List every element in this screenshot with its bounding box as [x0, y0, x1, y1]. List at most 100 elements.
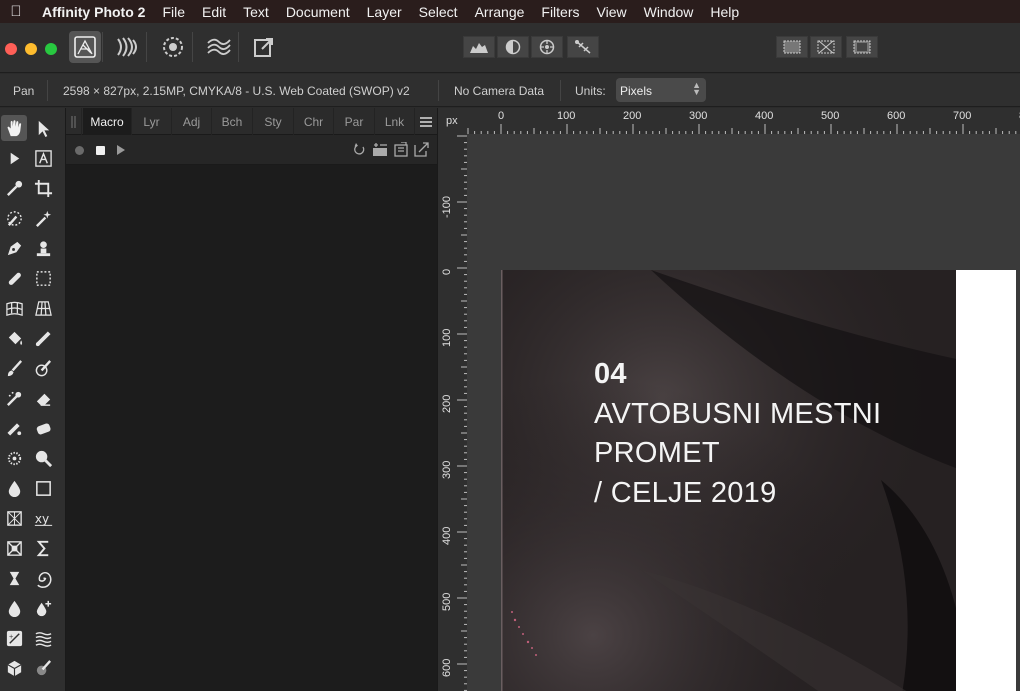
liquify-persona-icon[interactable]: [112, 31, 144, 63]
burn-tool-icon[interactable]: [1, 595, 27, 621]
perforated-edge: [956, 270, 1016, 691]
paint-brush-tool-icon[interactable]: [1, 355, 27, 381]
zoom-window-button[interactable]: [45, 43, 57, 55]
horizontal-ruler[interactable]: 01002003004005006007008: [467, 108, 1020, 134]
vertical-ruler[interactable]: -100 0 100 200 300 400 500 600: [438, 134, 467, 691]
develop-persona-icon[interactable]: [157, 31, 189, 63]
affinity-photo-window:  Affinity Photo 2 File Edit Text Docume…: [0, 0, 1020, 691]
tab-links[interactable]: Lnk: [375, 108, 415, 135]
zoom-tool-icon[interactable]: [30, 445, 56, 471]
rectangular-marquee-tool-icon[interactable]: [30, 265, 56, 291]
panel-grip-icon[interactable]: [66, 108, 82, 135]
texture-tool-icon[interactable]: [30, 625, 56, 651]
color-replacement-tool-icon[interactable]: [30, 355, 56, 381]
add-point-tool-icon[interactable]: [30, 595, 56, 621]
minimize-window-button[interactable]: [25, 43, 37, 55]
sum-tool-icon[interactable]: [30, 535, 56, 561]
artistic-text-tool-icon[interactable]: [30, 145, 56, 171]
frame-text-tool-icon[interactable]: xy: [30, 505, 56, 531]
spiral-tool-icon[interactable]: [30, 565, 56, 591]
tab-adjustments[interactable]: Adj: [172, 108, 212, 135]
deselect-icon[interactable]: [810, 36, 842, 58]
flood-fill-tool-icon[interactable]: [1, 325, 27, 351]
erase-brush-tool-icon[interactable]: [30, 385, 56, 411]
tab-paragraph[interactable]: Par: [334, 108, 375, 135]
selection-brush-tool-icon[interactable]: [1, 205, 27, 231]
blemish-removal-tool-icon[interactable]: [1, 415, 27, 441]
reset-macro-icon[interactable]: [353, 143, 366, 156]
units-dropdown[interactable]: Pixels ▲ ▼: [616, 78, 706, 102]
horizontal-ruler-ticks: 01002003004005006007008: [467, 110, 1020, 134]
tab-macro[interactable]: Macro: [83, 108, 132, 135]
auto-adjust-tool-icon[interactable]: +: [1, 625, 27, 651]
gradient-tool-icon[interactable]: [30, 325, 56, 351]
blur-brush-tool-icon[interactable]: [1, 475, 27, 501]
tone-mapping-persona-icon[interactable]: [203, 31, 235, 63]
ruler-label: 300: [689, 110, 707, 122]
flood-select-tool-icon[interactable]: [30, 205, 56, 231]
histogram-icon[interactable]: [463, 36, 495, 58]
add-to-library-icon[interactable]: [372, 142, 388, 157]
ruler-label: 100: [441, 329, 453, 347]
menu-edit[interactable]: Edit: [202, 4, 226, 20]
close-window-button[interactable]: [5, 43, 17, 55]
apple-icon[interactable]: : [0, 3, 32, 20]
menu-help[interactable]: Help: [710, 4, 739, 20]
move-tool-icon[interactable]: [30, 115, 56, 141]
tab-styles[interactable]: Sty: [253, 108, 294, 135]
menu-window[interactable]: Window: [644, 4, 694, 20]
auto-colors-icon[interactable]: [531, 36, 563, 58]
menu-document[interactable]: Document: [286, 4, 350, 20]
smudge-brush-tool-icon[interactable]: [30, 655, 56, 681]
pen-tool-icon[interactable]: [1, 235, 27, 261]
mesh-warp-tool-icon[interactable]: [1, 295, 27, 321]
play-macro-icon[interactable]: [117, 145, 125, 155]
canvas-area[interactable]: px 01002003004005006007008 -100010020030…: [437, 108, 1020, 691]
camera-data-label: No Camera Data: [454, 84, 545, 98]
context-toolbar: Pan 2598 × 827px, 2.15MP, CMYKA/8 - U.S.…: [0, 74, 1020, 107]
stop-macro-icon[interactable]: [96, 146, 105, 155]
export-persona-icon[interactable]: [248, 31, 280, 63]
document-canvas[interactable]: 04 AVTOBUSNI MESTNI PROMET / CELJE 2019: [501, 270, 961, 691]
red-eye-tool-icon[interactable]: [1, 565, 27, 591]
healing-brush-tool-icon[interactable]: [1, 265, 27, 291]
menu-layer[interactable]: Layer: [367, 4, 402, 20]
tab-character[interactable]: Chr: [294, 108, 334, 135]
selection-marquee-icon[interactable]: [776, 36, 808, 58]
menu-file[interactable]: File: [162, 4, 185, 20]
tab-layers[interactable]: Lyr: [132, 108, 172, 135]
auto-contrast-icon[interactable]: [497, 36, 529, 58]
document-line-3: / CELJE 2019: [594, 476, 777, 509]
inpainting-brush-tool-icon[interactable]: [1, 535, 27, 561]
tab-brushes[interactable]: Bch: [212, 108, 253, 135]
menu-filters[interactable]: Filters: [541, 4, 579, 20]
menu-select[interactable]: Select: [419, 4, 458, 20]
crop-tool-icon[interactable]: [30, 175, 56, 201]
ruler-label: 600: [441, 659, 453, 677]
menu-arrange[interactable]: Arrange: [475, 4, 525, 20]
menu-view[interactable]: View: [597, 4, 627, 20]
app-name-menu[interactable]: Affinity Photo 2: [42, 4, 145, 20]
view-tool-icon[interactable]: [1, 115, 27, 141]
dodge-brush-tool-icon[interactable]: [1, 385, 27, 411]
panel-menu-icon[interactable]: [415, 108, 437, 135]
patch-tool-icon[interactable]: [30, 415, 56, 441]
menu-text[interactable]: Text: [243, 4, 269, 20]
rectangle-tool-icon[interactable]: [30, 475, 56, 501]
clone-brush-tool-icon[interactable]: [30, 235, 56, 261]
ruler-unit-label: px: [438, 108, 467, 134]
export-macro-icon[interactable]: [414, 142, 429, 157]
auto-white-balance-icon[interactable]: [567, 36, 599, 58]
ruler-label: 300: [441, 461, 453, 479]
node-tool-icon[interactable]: [1, 145, 27, 171]
invert-selection-icon[interactable]: [846, 36, 878, 58]
color-picker-tool-icon[interactable]: [1, 175, 27, 201]
import-macro-icon[interactable]: [394, 142, 408, 157]
3d-cube-tool-icon[interactable]: [1, 655, 27, 681]
photo-persona-icon[interactable]: [69, 31, 101, 63]
sharpen-brush-tool-icon[interactable]: [1, 445, 27, 471]
record-macro-icon[interactable]: [75, 146, 84, 155]
perspective-tool-icon[interactable]: [30, 295, 56, 321]
chevron-up-down-icon: ▲ ▼: [692, 80, 701, 97]
liquify-mesh-tool-icon[interactable]: [1, 505, 27, 531]
